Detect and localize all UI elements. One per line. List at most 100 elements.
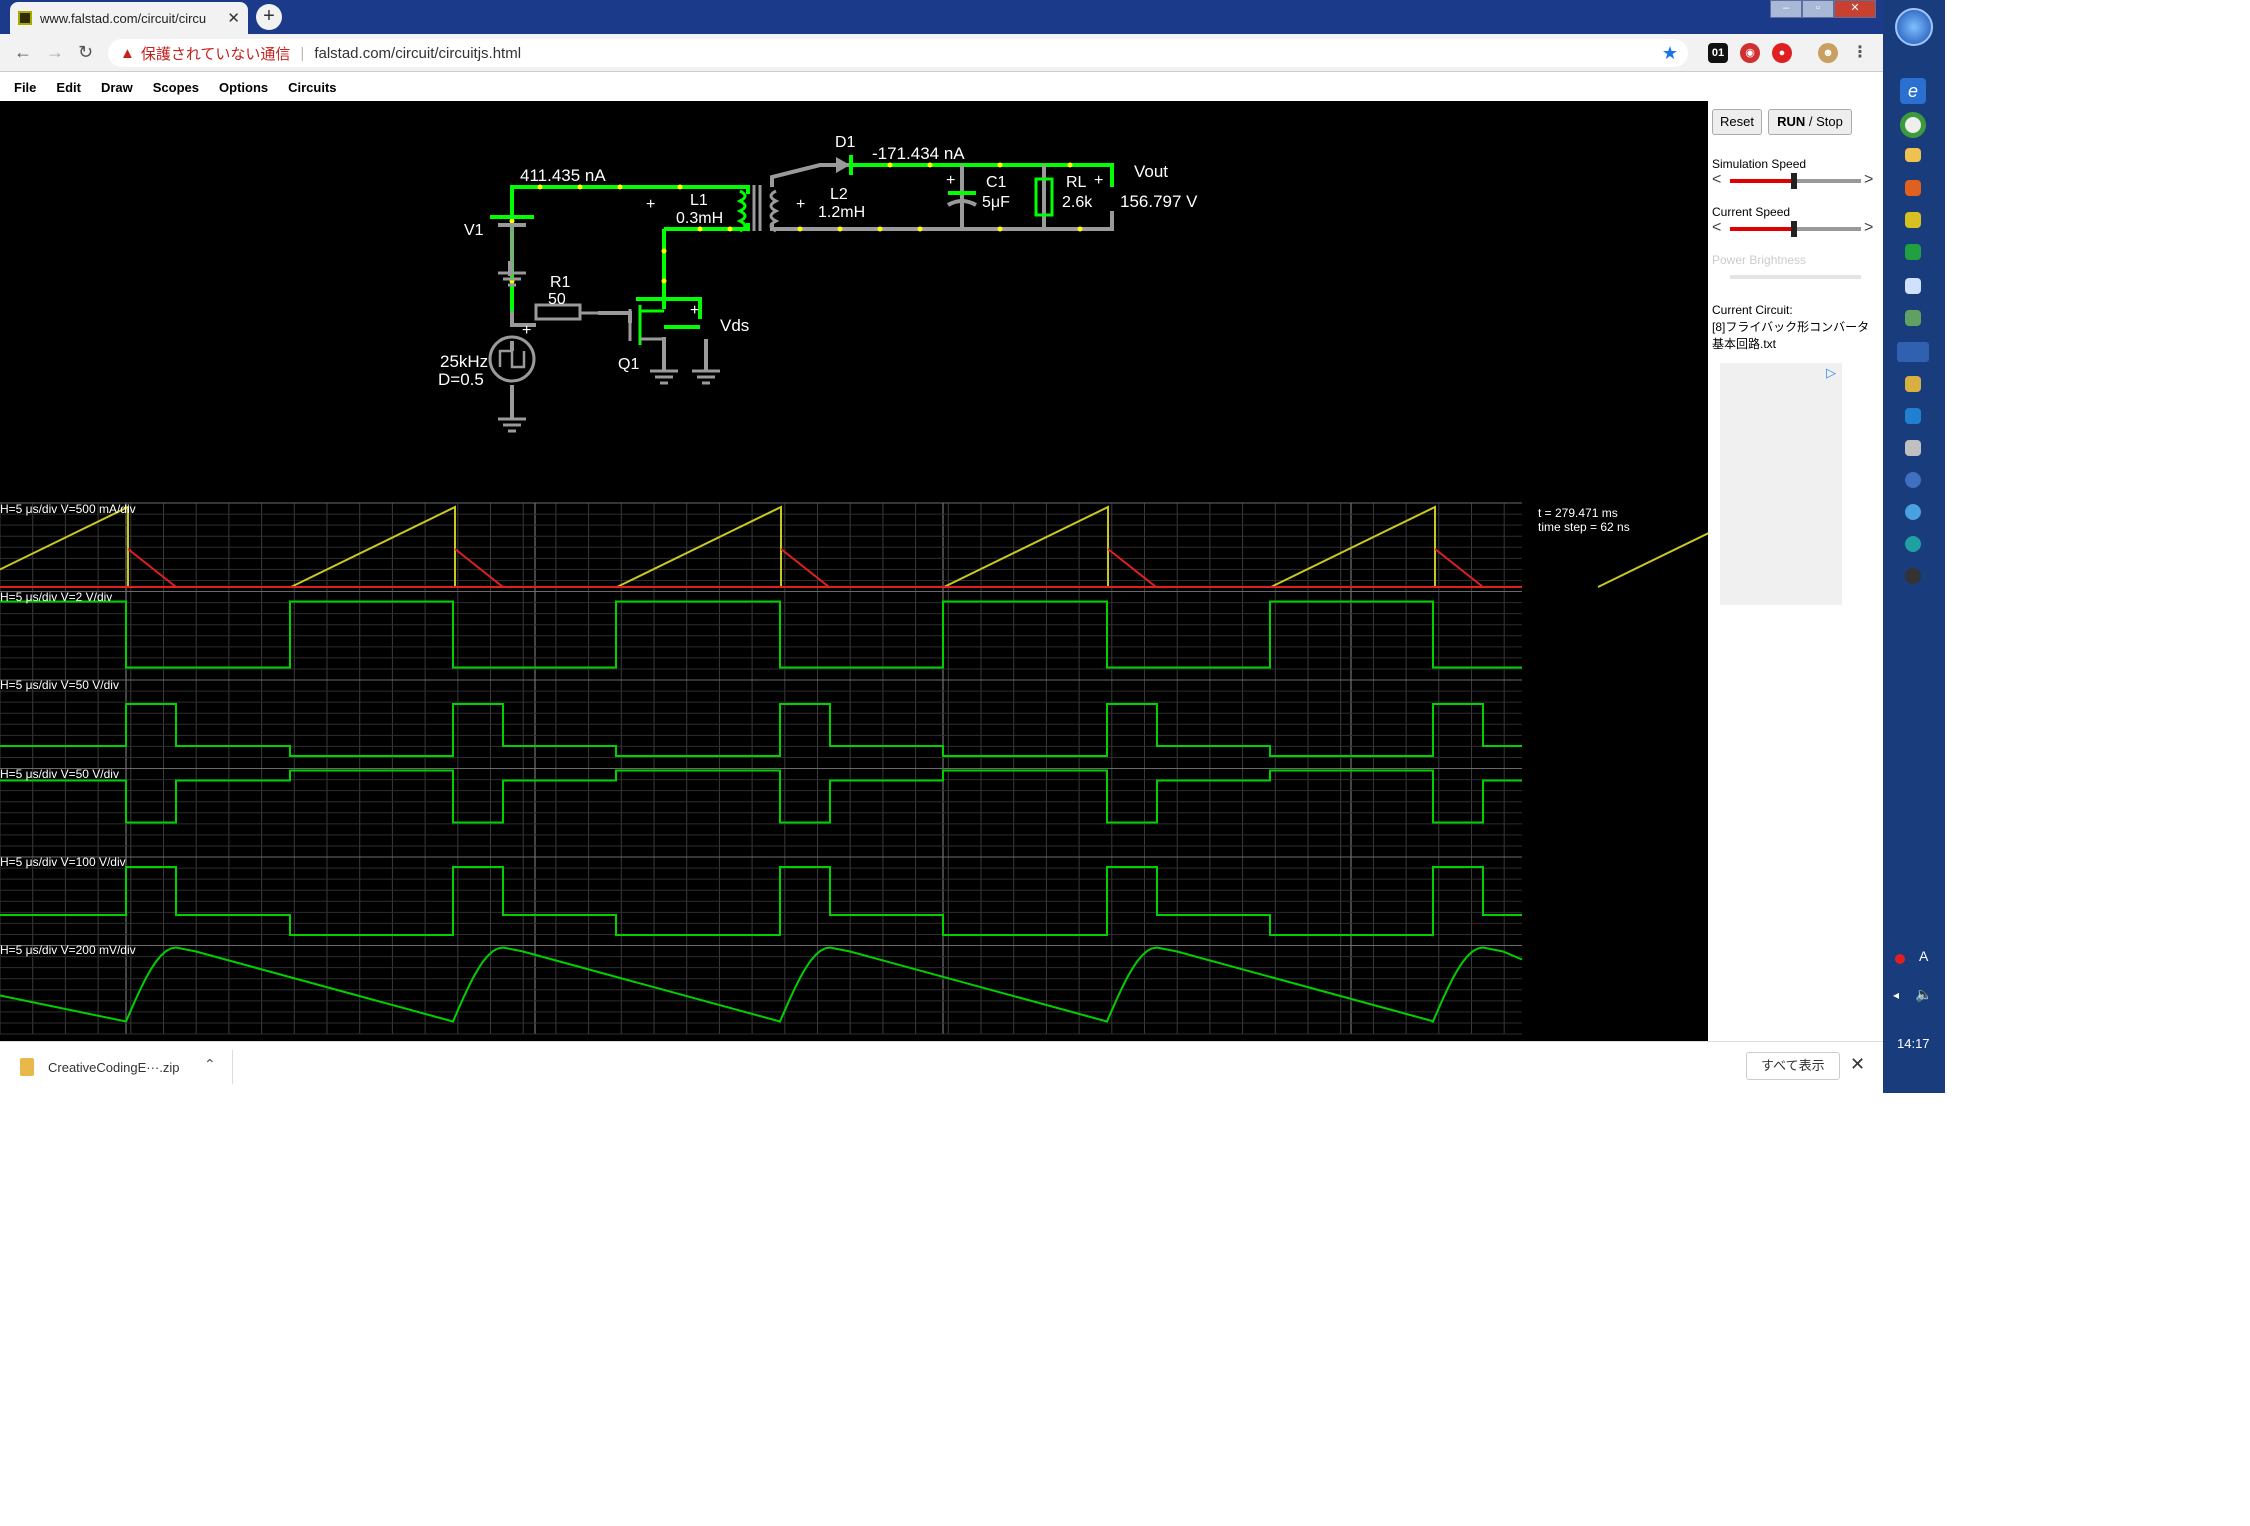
trace-secondary-current [1107, 548, 1157, 588]
app-icon[interactable] [1905, 472, 1921, 488]
chevron-right-icon[interactable]: > [1864, 219, 1873, 237]
app-icon[interactable] [1905, 440, 1921, 456]
circuit-schematic[interactable]: 411.435 nA -171.434 nA D1 L1 0.3mH L2 1.… [438, 134, 1198, 433]
scope-label-3: H=5 μs/div V=50 V/div [0, 678, 119, 692]
app-tool-icon[interactable] [1905, 310, 1921, 326]
browser-titlebar: www.falstad.com/circuit/circu ✕ + – ▫ ✕ [0, 0, 1883, 34]
extension-swirl-icon[interactable]: ● [1772, 43, 1792, 63]
plus-sign: + [646, 196, 655, 213]
tray-alert-icon[interactable] [1895, 954, 1905, 964]
security-label: 保護されていない通信 [140, 45, 291, 63]
bookmark-star-icon[interactable]: ★ [1662, 43, 1678, 64]
ad-choices-icon[interactable]: ▷ [1826, 365, 1836, 381]
arduino-icon[interactable] [1905, 536, 1921, 552]
current-speed-slider[interactable]: < > [1712, 219, 1877, 237]
run-stop-button[interactable]: RUN / Stop [1768, 109, 1852, 135]
source-frequency: 25kHz [440, 352, 488, 371]
scope-panel[interactable]: H=5 μs/div V=500 mA/div H=5 μs/div V=2 V… [0, 502, 1811, 1035]
favicon-icon [18, 11, 32, 25]
close-icon[interactable]: ✕ [1850, 1054, 1865, 1075]
folder-icon[interactable] [1905, 148, 1921, 162]
plus-sign: + [1094, 172, 1103, 189]
url-text: falstad.com/circuit/circuitjs.html [314, 44, 522, 62]
profile-avatar[interactable]: ☻ [1818, 43, 1838, 63]
transformer-icon[interactable] [736, 185, 780, 233]
scope-label-6: H=5 μs/div V=200 mV/div [0, 943, 136, 957]
app-active-icon[interactable] [1897, 342, 1929, 362]
show-all-downloads-button[interactable]: すべて表示 [1746, 1052, 1840, 1080]
tab-close-icon[interactable]: ✕ [227, 9, 240, 27]
forward-arrow-icon[interactable]: → [46, 42, 64, 63]
tab-title: www.falstad.com/circuit/circu [40, 10, 207, 26]
window-close-button[interactable]: ✕ [1834, 0, 1876, 18]
minimize-button[interactable]: – [1770, 0, 1802, 18]
chrome-icon[interactable] [1900, 112, 1926, 138]
download-file-name[interactable]: CreativeCodingE···.zip [48, 1060, 180, 1075]
start-orb-icon[interactable] [1895, 8, 1933, 46]
scope-label-4: H=5 μs/div V=50 V/div [0, 767, 119, 781]
app-icon[interactable] [1905, 568, 1921, 584]
chevron-right-icon[interactable]: > [1864, 171, 1873, 189]
back-arrow-icon[interactable]: ← [14, 42, 32, 63]
app-icon[interactable] [1905, 408, 1921, 424]
q1-mosfet-icon[interactable] [628, 305, 664, 345]
wire-v1-to-l1 [510, 185, 700, 324]
app-menubar: File Edit Draw Scopes Options Circuits [0, 73, 1883, 101]
kebab-menu-icon[interactable]: ⋮ [1850, 43, 1870, 63]
v1-battery-icon[interactable] [490, 215, 534, 271]
chevron-left-icon[interactable]: < [1712, 171, 1721, 189]
maximize-button[interactable]: ▫ [1802, 0, 1834, 18]
taskbar-clock[interactable]: 14:17 [1897, 1036, 1930, 1051]
run-label: RUN [1777, 114, 1806, 129]
address-bar[interactable]: ▲ 保護されていない通信 | falstad.com/circuit/circu… [108, 39, 1688, 67]
trace-secondary-current [780, 548, 830, 588]
menu-edit[interactable]: Edit [56, 80, 81, 95]
trace-secondary-current [1434, 548, 1484, 588]
browser-tab[interactable]: www.falstad.com/circuit/circu ✕ [10, 2, 248, 34]
menu-circuits[interactable]: Circuits [288, 80, 336, 95]
simulation-canvas[interactable]: 411.435 nA -171.434 nA D1 L1 0.3mH L2 1.… [0, 101, 1811, 1041]
menu-options[interactable]: Options [219, 80, 268, 95]
plus-sign: + [796, 196, 805, 213]
l1-value: 0.3mH [676, 210, 723, 227]
app-orange-icon[interactable] [1905, 180, 1921, 196]
slider-fill [1730, 227, 1792, 231]
vout-value: 156.797 V [1120, 192, 1198, 211]
simulation-speed-label: Simulation Speed [1712, 157, 1807, 171]
reload-icon[interactable]: ↻ [78, 42, 93, 63]
chevron-up-icon[interactable]: ⌃ [204, 1056, 216, 1073]
sim-time: t = 279.471 ms [1538, 506, 1618, 520]
trace-drain-voltage [0, 703, 1522, 757]
plus-sign: + [946, 172, 955, 189]
app-icon[interactable] [1905, 504, 1921, 520]
active-wires [510, 163, 1114, 329]
l2-value: 1.2mH [818, 204, 865, 221]
d1-diode-icon[interactable] [836, 155, 853, 175]
simulation-speed-slider[interactable]: < > [1712, 171, 1877, 189]
scope-grid [0, 502, 1522, 1035]
menu-file[interactable]: File [14, 80, 36, 95]
app-yellow-icon[interactable] [1905, 212, 1921, 228]
slider-thumb[interactable] [1791, 221, 1797, 237]
ime-indicator[interactable]: A [1919, 948, 1928, 964]
app-icon[interactable] [1905, 376, 1921, 392]
current-right-label: -171.434 nA [872, 144, 965, 163]
scope-label-5: H=5 μs/div V=100 V/div [0, 855, 126, 869]
plus-sign: + [690, 302, 699, 319]
slider-thumb[interactable] [1791, 173, 1797, 189]
extension-01-icon[interactable]: 01 [1708, 43, 1728, 63]
trace-secondary-voltage [0, 769, 1522, 824]
r1-label: R1 [550, 274, 571, 291]
menu-scopes[interactable]: Scopes [153, 80, 199, 95]
volume-icon[interactable]: 🔈 [1915, 986, 1932, 1003]
internet-explorer-icon[interactable]: e [1900, 78, 1926, 104]
reset-button[interactable]: Reset [1712, 109, 1762, 135]
app-doc-icon[interactable] [1905, 278, 1921, 294]
tray-expand-icon[interactable]: ◂ [1893, 988, 1899, 1002]
c1-label: C1 [986, 174, 1007, 191]
new-tab-button[interactable]: + [256, 4, 282, 30]
chevron-left-icon[interactable]: < [1712, 219, 1721, 237]
menu-draw[interactable]: Draw [101, 80, 133, 95]
app-green-icon[interactable] [1905, 244, 1921, 260]
extension-red-icon[interactable]: ◉ [1740, 43, 1760, 63]
